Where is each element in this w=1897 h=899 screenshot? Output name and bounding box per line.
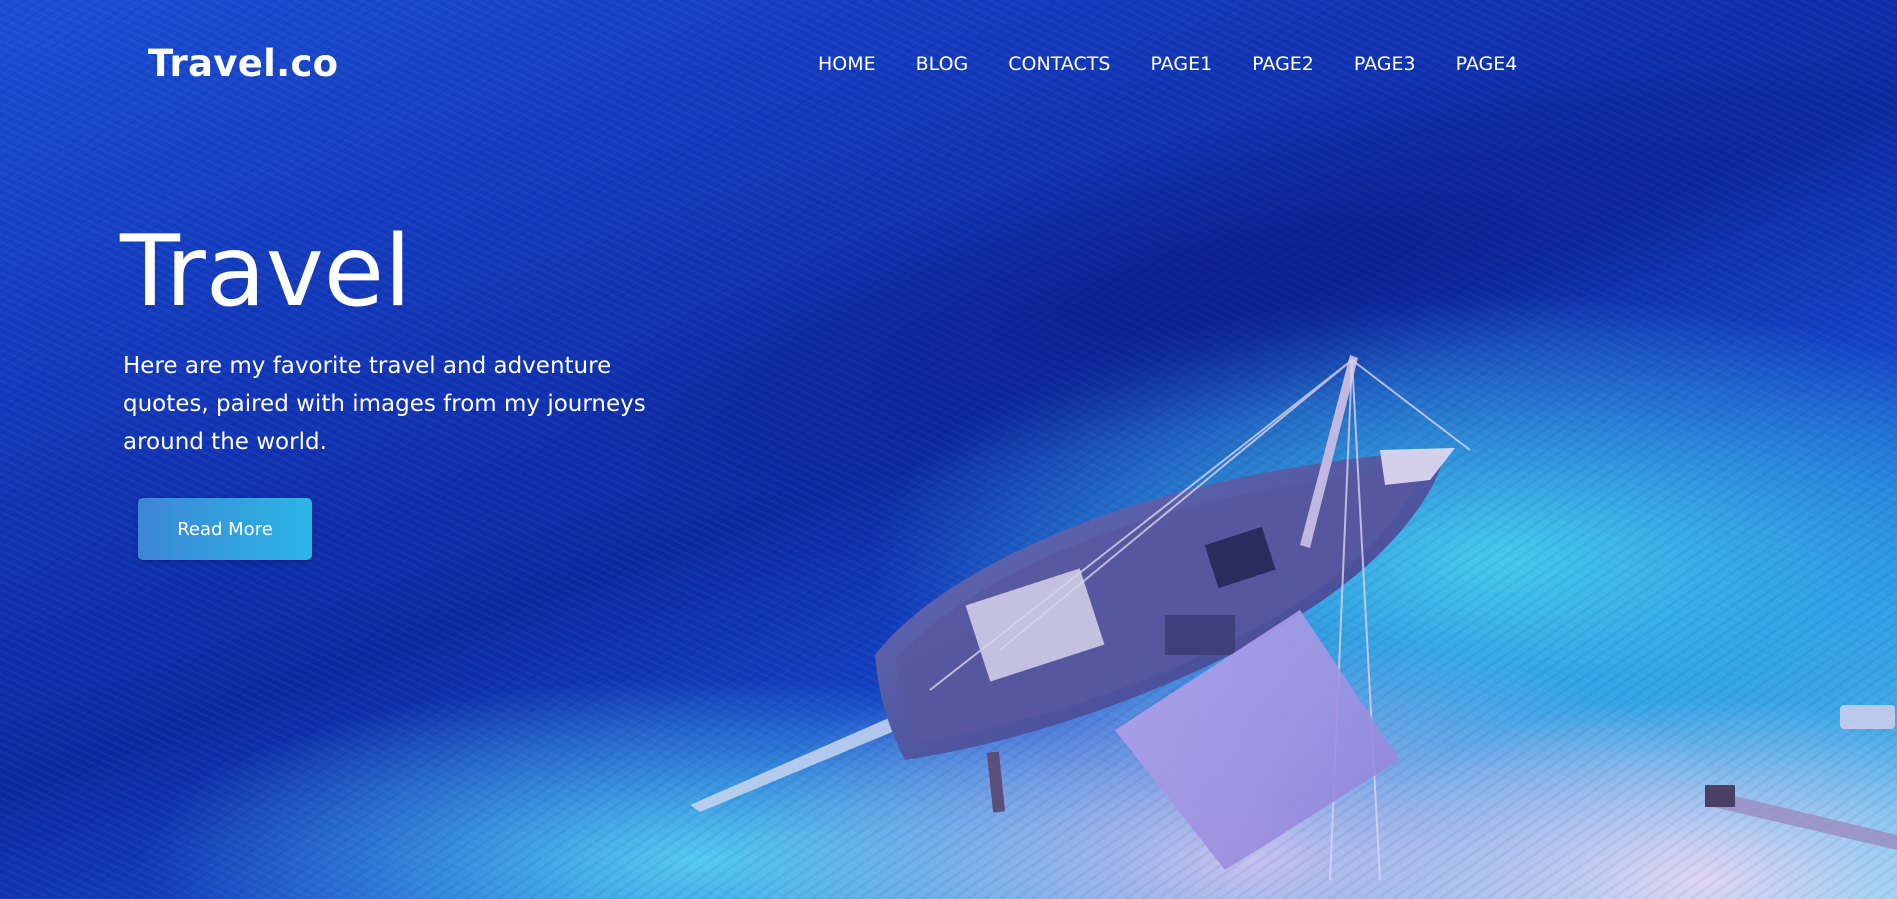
- nav-item-page4[interactable]: PAGE4: [1456, 52, 1518, 76]
- nav-item-page1[interactable]: PAGE1: [1150, 52, 1212, 76]
- read-more-button[interactable]: Read More: [138, 498, 312, 560]
- hero-title: Travel: [120, 215, 412, 329]
- site-logo[interactable]: Travel.co: [148, 42, 338, 85]
- nav-item-blog[interactable]: BLOG: [916, 52, 969, 76]
- nav-item-page2[interactable]: PAGE2: [1252, 52, 1314, 76]
- nav-item-home[interactable]: HOME: [818, 52, 876, 76]
- hero-description: Here are my favorite travel and adventur…: [123, 353, 646, 455]
- top-navbar: Travel.co HOME BLOG CONTACTS PAGE1 PAGE2…: [0, 0, 1897, 130]
- hero-section: Travel.co HOME BLOG CONTACTS PAGE1 PAGE2…: [0, 0, 1897, 899]
- nav-item-contacts[interactable]: CONTACTS: [1008, 52, 1110, 76]
- nav-item-page3[interactable]: PAGE3: [1354, 52, 1416, 76]
- main-nav: HOME BLOG CONTACTS PAGE1 PAGE2 PAGE3 PAG…: [818, 52, 1517, 76]
